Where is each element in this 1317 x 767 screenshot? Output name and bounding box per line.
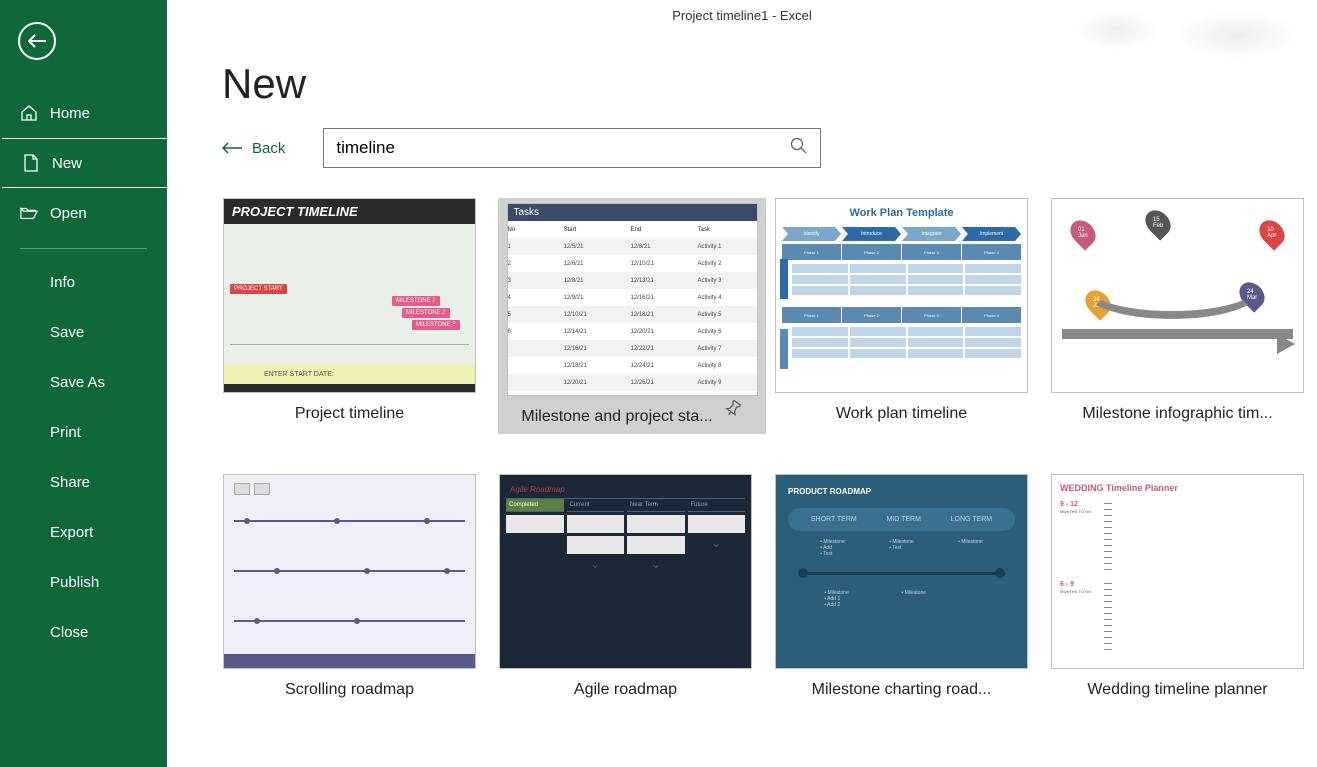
template-thumbnail: Tasks NoStartEndTask 112/5/2112/8/21Acti… xyxy=(507,203,758,396)
template-label: Work plan timeline xyxy=(836,405,967,423)
pin-icon[interactable] xyxy=(725,400,743,423)
template-milestone-charting[interactable]: PRODUCT ROADMAP SHORT TERM MID TERM LONG… xyxy=(774,474,1029,699)
back-link[interactable]: Back xyxy=(222,140,285,157)
search-row: Back xyxy=(222,128,1317,168)
nav-publish[interactable]: Publish xyxy=(0,557,167,607)
nav-label: Open xyxy=(50,205,87,222)
nav-export[interactable]: Export xyxy=(0,507,167,557)
arrow-left-icon xyxy=(222,142,242,154)
template-project-timeline[interactable]: PROJECT TIMELINE PROJECT START MILESTONE… xyxy=(222,198,477,434)
search-input[interactable] xyxy=(336,138,790,158)
nav-open[interactable]: Open xyxy=(0,188,167,238)
template-label: Project timeline xyxy=(295,405,404,423)
arrow-left-icon xyxy=(28,34,46,48)
template-grid: PROJECT TIMELINE PROJECT START MILESTONE… xyxy=(167,198,1317,699)
title-bar: Project timeline1 - Excel xyxy=(167,0,1317,30)
nav-label: Home xyxy=(50,105,90,122)
nav-new[interactable]: New xyxy=(2,138,167,188)
template-agile-roadmap[interactable]: Agile Roadmap Completed Current⌄ Near Te… xyxy=(498,474,753,699)
nav-info[interactable]: Info xyxy=(0,257,167,307)
template-wedding-planner[interactable]: WEDDING Timeline Planner 9 - 12MONTHS TO… xyxy=(1050,474,1305,699)
nav-save[interactable]: Save xyxy=(0,307,167,357)
template-thumbnail: Work Plan Template IdentifyIntroduceInte… xyxy=(775,198,1028,393)
back-button[interactable] xyxy=(18,22,56,60)
nav-label: New xyxy=(52,155,82,172)
nav-share[interactable]: Share xyxy=(0,457,167,507)
home-icon xyxy=(20,104,38,122)
main-content: Project timeline1 - Excel New Back PROJE… xyxy=(167,0,1317,767)
decorative-clouds xyxy=(1057,0,1317,70)
template-scrolling-roadmap[interactable]: Scrolling roadmap xyxy=(222,474,477,699)
nav-home[interactable]: Home xyxy=(0,88,167,138)
nav-print[interactable]: Print xyxy=(0,407,167,457)
template-label: Milestone and project sta... xyxy=(521,408,712,426)
nav-save-as[interactable]: Save As xyxy=(0,357,167,407)
back-label: Back xyxy=(252,140,285,157)
nav-close[interactable]: Close xyxy=(0,607,167,657)
template-label: Agile roadmap xyxy=(574,681,677,699)
template-label: Wedding timeline planner xyxy=(1087,681,1267,699)
template-work-plan[interactable]: Work Plan Template IdentifyIntroduceInte… xyxy=(774,198,1029,434)
search-icon[interactable] xyxy=(790,137,808,160)
template-thumbnail: PRODUCT ROADMAP SHORT TERM MID TERM LONG… xyxy=(775,474,1028,669)
template-milestone-infographic[interactable]: 01Jan 15Feb 10Apr 24Jun 24Mar Milestone … xyxy=(1050,198,1305,434)
template-milestone-project[interactable]: Tasks NoStartEndTask 112/5/2112/8/21Acti… xyxy=(498,198,766,434)
template-thumbnail xyxy=(223,474,476,669)
template-thumbnail: WEDDING Timeline Planner 9 - 12MONTHS TO… xyxy=(1051,474,1304,669)
template-thumbnail: PROJECT TIMELINE PROJECT START MILESTONE… xyxy=(223,198,476,393)
backstage-sidebar: Home New Open Info Save Save As Print Sh… xyxy=(0,0,167,767)
nav-divider xyxy=(20,248,147,249)
folder-open-icon xyxy=(20,204,38,222)
template-thumbnail: Agile Roadmap Completed Current⌄ Near Te… xyxy=(499,474,752,669)
document-icon xyxy=(22,154,40,172)
template-label: Milestone infographic tim... xyxy=(1082,405,1272,423)
template-label: Milestone charting road... xyxy=(812,681,992,699)
search-box xyxy=(323,128,821,168)
window-title: Project timeline1 - Excel xyxy=(672,8,811,23)
template-thumbnail: 01Jan 15Feb 10Apr 24Jun 24Mar xyxy=(1051,198,1304,393)
template-label: Scrolling roadmap xyxy=(285,681,414,699)
